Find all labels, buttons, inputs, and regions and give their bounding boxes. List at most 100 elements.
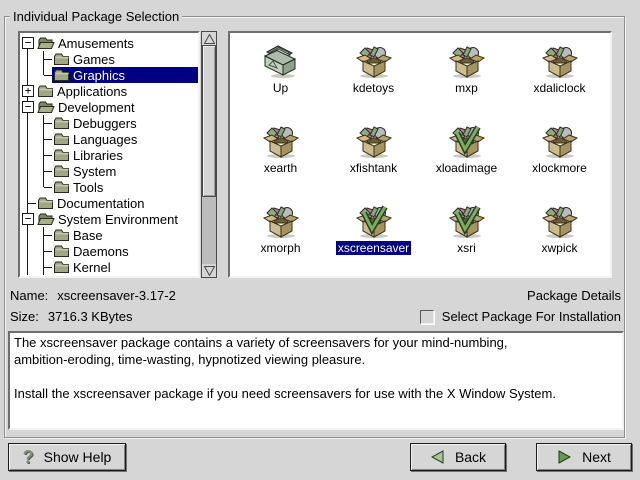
expander-minus-icon[interactable]: − xyxy=(20,99,36,115)
tree-item-label: System xyxy=(73,164,116,179)
select-package-label: Select Package For Installation xyxy=(442,309,621,324)
package-label: kdetoys xyxy=(351,81,396,95)
tree-item-label: Applications xyxy=(57,84,127,99)
tree-connector xyxy=(20,259,36,275)
back-arrow-icon xyxy=(430,449,445,465)
expander-minus-icon[interactable]: − xyxy=(20,211,36,227)
package-icon[interactable] xyxy=(447,39,487,79)
tree-cell[interactable]: Daemons xyxy=(52,243,198,259)
back-button[interactable]: Back xyxy=(410,443,506,471)
package-xlockmore[interactable]: xlockmore xyxy=(513,119,606,199)
tree-cell[interactable]: Development xyxy=(36,99,198,115)
tree-item-libraries[interactable]: Libraries xyxy=(20,147,198,163)
tree-cell[interactable]: Base xyxy=(52,227,198,243)
tree-connector xyxy=(20,195,36,211)
tree-item-base[interactable]: Base xyxy=(20,227,198,243)
package-icon[interactable] xyxy=(540,39,580,79)
tree-connector xyxy=(20,67,36,83)
tree-item-debuggers[interactable]: Debuggers xyxy=(20,115,198,131)
tree-item-kernel[interactable]: Kernel xyxy=(20,259,198,275)
folder-up-icon[interactable] xyxy=(261,39,301,79)
scroll-down-icon[interactable] xyxy=(202,264,216,277)
package-label: Up xyxy=(271,81,290,95)
package-xwpick[interactable]: xwpick xyxy=(513,199,606,279)
tree-item-daemons[interactable]: Daemons xyxy=(20,243,198,259)
next-button[interactable]: Next xyxy=(536,443,632,471)
scrollbar-trough[interactable] xyxy=(202,197,216,264)
package-icon[interactable] xyxy=(354,39,394,79)
tree-item-label: Tools xyxy=(73,180,103,195)
tree-cell[interactable]: Applications xyxy=(36,83,198,99)
expander-minus-icon[interactable]: − xyxy=(20,35,36,51)
tree-item-system-environment[interactable]: −System Environment xyxy=(20,211,198,227)
scroll-up-icon[interactable] xyxy=(202,32,216,45)
tree-item-system[interactable]: System xyxy=(20,163,198,179)
tree-item-documentation[interactable]: Documentation xyxy=(20,195,198,211)
folder-open-icon xyxy=(37,100,55,114)
tree-item-languages[interactable]: Languages xyxy=(20,131,198,147)
category-tree[interactable]: −AmusementsGamesGraphics+Applications−De… xyxy=(18,31,200,278)
tree-item-graphics[interactable]: Graphics xyxy=(20,67,198,83)
tree-cell[interactable]: Documentation xyxy=(36,195,198,211)
folder-icon xyxy=(53,52,70,66)
package-checked-icon[interactable] xyxy=(447,119,487,159)
package-kdetoys[interactable]: kdetoys xyxy=(327,39,420,119)
package-icon[interactable] xyxy=(540,199,580,239)
package-xearth[interactable]: xearth xyxy=(234,119,327,199)
package-xdaliclock[interactable]: xdaliclock xyxy=(513,39,606,119)
show-help-button[interactable]: ? Show Help xyxy=(8,443,126,471)
tree-cell[interactable]: Kernel xyxy=(52,259,198,275)
package-label: xsri xyxy=(455,241,478,255)
select-package-control[interactable]: Select Package For Installation xyxy=(420,309,621,324)
tree-item-games[interactable]: Games xyxy=(20,51,198,67)
tree-cell[interactable]: Graphics xyxy=(52,67,198,83)
package-icon[interactable] xyxy=(261,199,301,239)
tree-item-label: Games xyxy=(73,52,115,67)
tree-cell[interactable]: Debuggers xyxy=(52,115,198,131)
package-xloadimage[interactable]: xloadimage xyxy=(420,119,513,199)
tree-connector xyxy=(20,51,36,67)
scrollbar-thumb[interactable] xyxy=(202,45,216,197)
tree-cell[interactable]: Games xyxy=(52,51,198,67)
tree-connector xyxy=(36,243,52,259)
package-checked-icon[interactable] xyxy=(447,199,487,239)
package-up[interactable]: Up xyxy=(234,39,327,119)
package-mxp[interactable]: mxp xyxy=(420,39,513,119)
package-icon[interactable] xyxy=(261,119,301,159)
package-label: mxp xyxy=(453,81,480,95)
package-xscreensaver[interactable]: xscreensaver xyxy=(327,199,420,279)
name-label: Name: xyxy=(10,288,48,303)
package-label: xfishtank xyxy=(348,161,399,175)
tree-cell[interactable]: Languages xyxy=(52,131,198,147)
tree-cell[interactable]: Libraries xyxy=(52,147,198,163)
package-icon[interactable] xyxy=(354,119,394,159)
folder-icon xyxy=(53,116,70,130)
tree-cell[interactable]: Amusements xyxy=(36,35,198,51)
tree-cell[interactable]: System Environment xyxy=(36,211,198,227)
name-row: Name:xscreensaver-3.17-2 Package Details xyxy=(10,288,621,303)
tree-cell[interactable]: System xyxy=(52,163,198,179)
folder-icon xyxy=(53,260,70,274)
tree-scrollbar[interactable] xyxy=(201,31,217,278)
expander-plus-icon[interactable]: + xyxy=(20,83,36,99)
package-xmorph[interactable]: xmorph xyxy=(234,199,327,279)
folder-icon xyxy=(53,132,70,146)
folder-icon xyxy=(53,164,70,178)
tree-item-label: Languages xyxy=(73,132,137,147)
package-label: xearth xyxy=(262,161,299,175)
package-checked-icon[interactable] xyxy=(354,199,394,239)
tree-item-development[interactable]: −Development xyxy=(20,99,198,115)
tree-connector xyxy=(36,51,52,67)
folder-open-icon xyxy=(37,36,55,50)
tree-item-tools[interactable]: Tools xyxy=(20,179,198,195)
package-icon[interactable] xyxy=(540,119,580,159)
select-package-checkbox[interactable] xyxy=(420,310,434,324)
tree-item-amusements[interactable]: −Amusements xyxy=(20,35,198,51)
tree-item-label: Graphics xyxy=(73,68,125,83)
package-xsri[interactable]: xsri xyxy=(420,199,513,279)
tree-cell[interactable]: Tools xyxy=(52,179,198,195)
package-xfishtank[interactable]: xfishtank xyxy=(327,119,420,199)
package-label: xloadimage xyxy=(434,161,499,175)
tree-item-applications[interactable]: + Applications xyxy=(20,83,198,99)
tree-item-label: Libraries xyxy=(73,148,123,163)
